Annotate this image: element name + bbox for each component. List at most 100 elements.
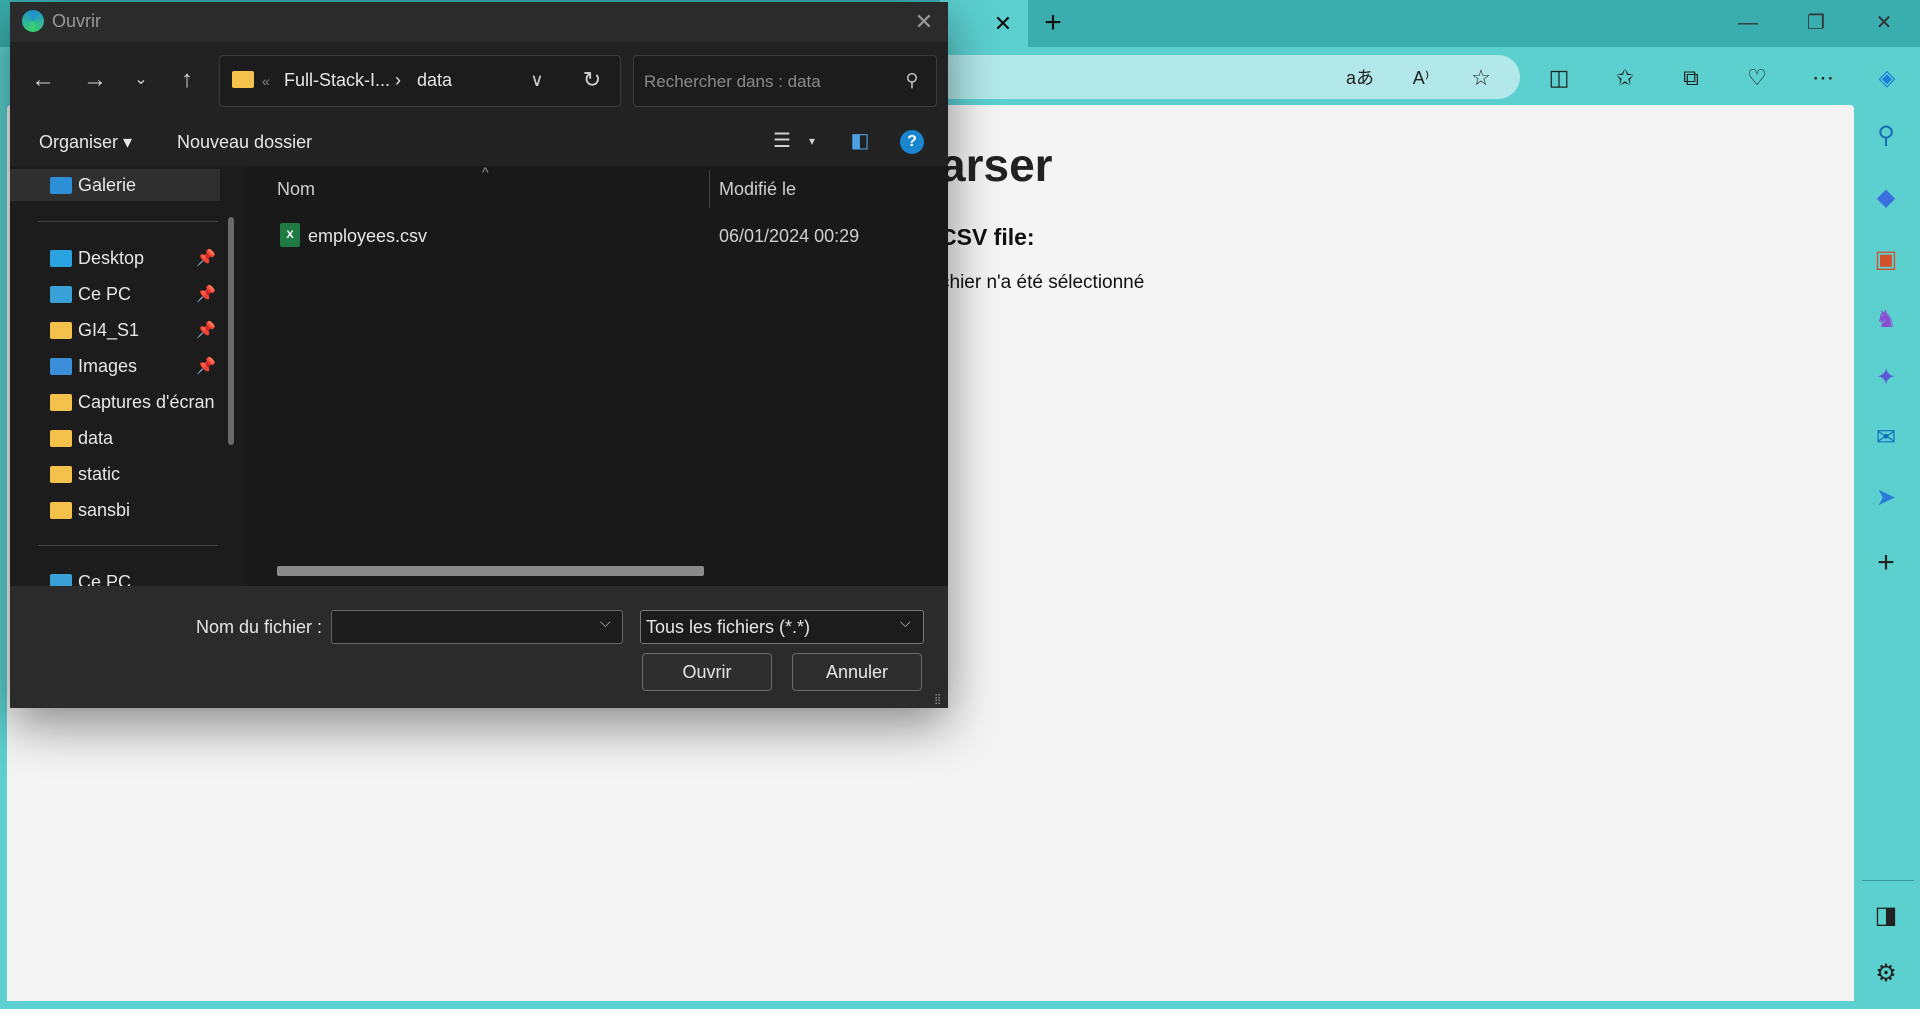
navigation-pane: Galerie Desktop 📌 Ce PC 📌 GI4_S1 📌 Image… bbox=[10, 166, 236, 586]
new-tab-button[interactable]: + bbox=[1036, 8, 1070, 40]
file-type-chevron-icon[interactable]: ⌵ bbox=[900, 614, 911, 631]
refresh-icon[interactable]: ↻ bbox=[575, 63, 609, 97]
nav-item-this-pc[interactable]: Ce PC 📌 bbox=[10, 278, 220, 310]
pin-icon: 📌 bbox=[196, 250, 216, 267]
column-header-modified[interactable]: Modifié le bbox=[719, 179, 796, 200]
favorite-star-icon[interactable]: ☆ bbox=[1464, 62, 1498, 94]
nav-divider bbox=[38, 545, 218, 546]
nav-item-label: Ce PC bbox=[78, 572, 132, 586]
forward-arrow-icon[interactable]: → bbox=[78, 63, 112, 97]
tools-icon[interactable]: ▣ bbox=[1868, 242, 1904, 278]
computer-icon bbox=[50, 286, 72, 303]
gallery-icon bbox=[50, 177, 72, 194]
page-title: arser bbox=[940, 139, 1053, 191]
outlook-icon[interactable]: ✉ bbox=[1868, 420, 1904, 456]
sidebar-toggle-icon[interactable]: ◨ bbox=[1868, 898, 1904, 934]
shopping-icon[interactable]: ◆ bbox=[1868, 180, 1904, 216]
cancel-button[interactable]: Annuler bbox=[792, 653, 922, 691]
nav-pane-scrollbar[interactable] bbox=[228, 217, 234, 445]
copilot-icon[interactable]: ◈ bbox=[1870, 62, 1904, 94]
new-folder-button[interactable]: Nouveau dossier bbox=[177, 132, 312, 153]
nav-item-label: Desktop bbox=[78, 248, 145, 268]
file-modified-date: 06/01/2024 00:29 bbox=[719, 226, 860, 246]
nav-item-screenshots[interactable]: Captures d'écran bbox=[10, 386, 220, 418]
filename-label: Nom du fichier : bbox=[196, 617, 323, 637]
settings-icon[interactable]: ⚙ bbox=[1868, 956, 1904, 992]
organize-button[interactable]: Organiser ▾ bbox=[39, 132, 132, 153]
file-list-horizontal-scrollbar[interactable] bbox=[277, 566, 704, 576]
nav-item-sansbi[interactable]: sansbi bbox=[10, 494, 220, 526]
path-folder-icon bbox=[232, 71, 254, 88]
sidebar-search-icon[interactable]: ⚲ bbox=[1868, 118, 1904, 154]
desktop-icon bbox=[50, 250, 72, 267]
browser-essentials-icon[interactable]: ♡ bbox=[1740, 62, 1774, 94]
search-placeholder: Rechercher dans : data bbox=[644, 72, 821, 91]
nav-item-label: static bbox=[78, 464, 121, 484]
restore-button[interactable]: ❐ bbox=[1796, 8, 1836, 38]
nav-divider bbox=[38, 221, 218, 222]
folder-icon bbox=[50, 322, 72, 339]
file-input-label: CSV file: bbox=[940, 224, 1035, 250]
pin-icon: 📌 bbox=[196, 322, 216, 339]
file-input-status: chier n'a été sélectionné bbox=[940, 272, 1145, 293]
split-screen-icon[interactable]: ◫ bbox=[1542, 62, 1576, 94]
nav-item-label: GI4_S1 bbox=[78, 320, 140, 340]
filename-dropdown-chevron-icon[interactable]: ⌵ bbox=[600, 614, 611, 631]
nav-item-label: Images bbox=[78, 356, 138, 376]
nav-item-images[interactable]: Images 📌 bbox=[10, 350, 220, 382]
nav-item-label: data bbox=[78, 428, 114, 448]
folder-icon bbox=[50, 466, 72, 483]
tab-close-button[interactable]: ✕ bbox=[988, 10, 1018, 38]
dialog-title: Ouvrir bbox=[52, 11, 101, 31]
nav-item-data[interactable]: data bbox=[10, 422, 220, 454]
resize-grip-icon[interactable]: ⣿ bbox=[934, 694, 941, 705]
file-row[interactable]: X employees.csv 06/01/2024 00:29 bbox=[274, 220, 934, 252]
view-options-icon[interactable]: ☰ bbox=[768, 127, 796, 155]
dialog-close-button[interactable]: ✕ bbox=[906, 8, 942, 36]
sidebar-divider bbox=[1862, 880, 1914, 881]
favorites-icon[interactable]: ✩ bbox=[1608, 62, 1642, 94]
folder-icon bbox=[50, 430, 72, 447]
computer-icon bbox=[50, 574, 72, 586]
games-icon[interactable]: ♞ bbox=[1868, 302, 1904, 338]
help-icon[interactable]: ? bbox=[900, 130, 924, 154]
up-arrow-icon[interactable]: ↑ bbox=[170, 63, 204, 97]
excel-csv-icon: X bbox=[280, 223, 300, 247]
nav-item-gi4-s1[interactable]: GI4_S1 📌 bbox=[10, 314, 220, 346]
collections-icon[interactable]: ⧉ bbox=[1674, 62, 1708, 94]
recent-locations-chevron-icon[interactable]: ⌄ bbox=[124, 63, 158, 97]
send-icon[interactable]: ➤ bbox=[1868, 480, 1904, 516]
column-separator[interactable] bbox=[709, 170, 710, 208]
add-icon[interactable]: + bbox=[1868, 545, 1904, 581]
read-aloud-icon[interactable]: A⁾ bbox=[1404, 62, 1438, 94]
file-name: employees.csv bbox=[308, 226, 428, 246]
back-arrow-icon[interactable]: ← bbox=[26, 63, 60, 97]
path-overflow[interactable]: « bbox=[262, 73, 270, 89]
breadcrumb-parent-folder[interactable]: Full-Stack-I... bbox=[284, 70, 390, 91]
images-icon bbox=[50, 358, 72, 375]
nav-item-gallery[interactable]: Galerie bbox=[10, 169, 220, 201]
more-menu-icon[interactable]: ⋯ bbox=[1806, 62, 1840, 94]
nav-item-static[interactable]: static bbox=[10, 458, 220, 490]
preview-pane-icon[interactable]: ◧ bbox=[846, 127, 874, 155]
minimize-button[interactable]: — bbox=[1728, 8, 1768, 38]
view-dropdown-chevron-icon[interactable]: ▾ bbox=[798, 127, 826, 155]
dialog-titlebar bbox=[10, 2, 948, 42]
sidebar-copilot-icon[interactable]: ✦ bbox=[1868, 360, 1904, 396]
open-button[interactable]: Ouvrir bbox=[642, 653, 772, 691]
sort-ascending-icon: ^ bbox=[482, 164, 489, 180]
search-icon[interactable]: ⚲ bbox=[900, 68, 924, 92]
window-close-button[interactable]: ✕ bbox=[1864, 8, 1904, 38]
column-header-name[interactable]: Nom bbox=[277, 179, 315, 200]
nav-item-this-pc-2[interactable]: Ce PC bbox=[10, 566, 220, 586]
filename-input[interactable] bbox=[331, 610, 623, 644]
translate-icon[interactable]: aあ bbox=[1343, 62, 1377, 94]
nav-item-label: Galerie bbox=[78, 175, 137, 195]
path-dropdown-chevron-icon[interactable]: ∨ bbox=[520, 63, 554, 97]
folder-icon bbox=[50, 502, 72, 519]
breadcrumb-current-folder[interactable]: data bbox=[417, 70, 452, 91]
pin-icon: 📌 bbox=[196, 358, 216, 375]
folder-icon bbox=[50, 394, 72, 411]
nav-item-desktop[interactable]: Desktop 📌 bbox=[10, 242, 220, 274]
breadcrumb-separator: › bbox=[395, 70, 401, 90]
